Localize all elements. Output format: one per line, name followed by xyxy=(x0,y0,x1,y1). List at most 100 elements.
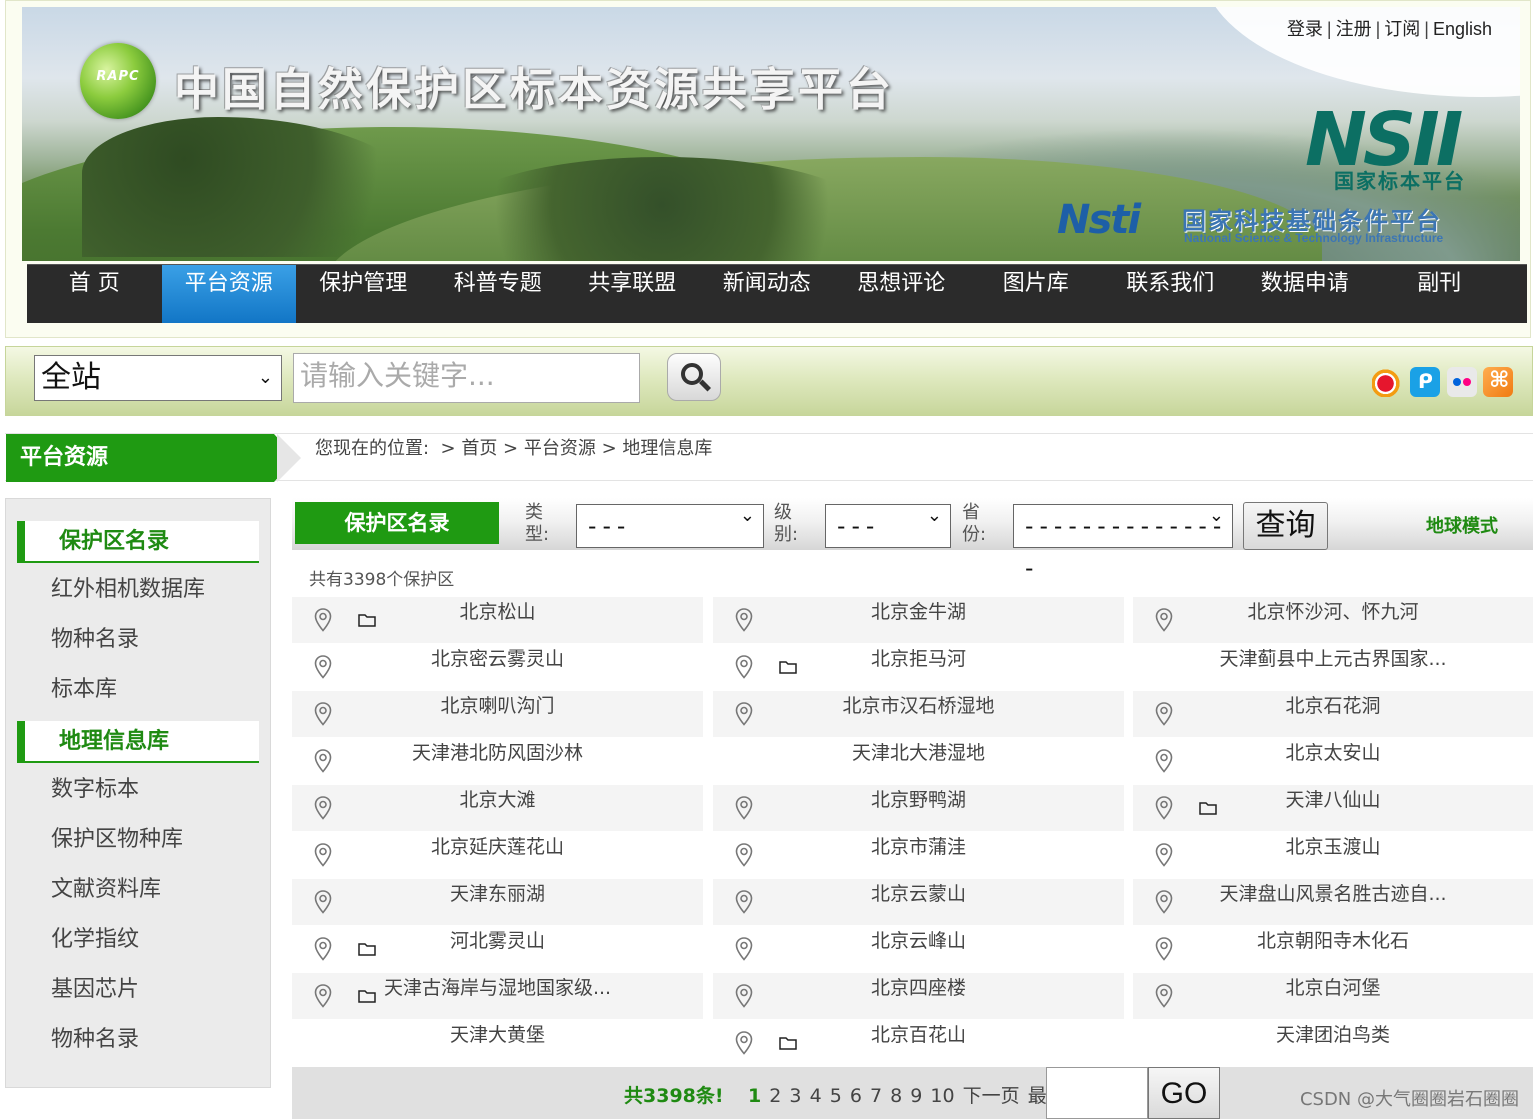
map-pin-icon[interactable] xyxy=(314,937,332,961)
sidebar-item[interactable]: 物种名录 xyxy=(6,1021,270,1071)
reserve-name[interactable]: 北京金牛湖 xyxy=(793,597,1044,624)
site-logo-globe-icon[interactable]: RAPC xyxy=(80,43,156,119)
search-button[interactable] xyxy=(667,353,721,401)
map-pin-icon[interactable] xyxy=(735,702,753,726)
sidebar-item[interactable]: 标本库 xyxy=(6,671,270,721)
reserve-item[interactable]: 北京四座楼 xyxy=(713,973,1124,1019)
map-pin-icon[interactable] xyxy=(314,749,332,773)
reserve-name[interactable]: 北京喇叭沟门 xyxy=(372,691,623,718)
reserve-name[interactable]: 北京太安山 xyxy=(1213,738,1453,765)
map-pin-icon[interactable] xyxy=(1155,890,1173,914)
reserve-name[interactable]: 北京市蒲洼 xyxy=(793,832,1044,859)
map-pin-icon[interactable] xyxy=(1155,843,1173,867)
reserve-name[interactable]: 天津古海岸与湿地国家级... xyxy=(372,973,623,1000)
sidebar-item-active[interactable]: 保护区名录 xyxy=(17,521,259,563)
map-pin-icon[interactable] xyxy=(314,655,332,679)
map-pin-icon[interactable] xyxy=(314,796,332,820)
nav-item[interactable]: 保护管理 xyxy=(296,265,431,323)
reserve-item[interactable]: 北京市蒲洼 xyxy=(713,832,1124,878)
page-link[interactable]: 2 xyxy=(769,1085,781,1107)
reserve-name[interactable]: 河北雾灵山 xyxy=(372,926,623,953)
reserve-item[interactable]: 天津大黄堡 xyxy=(292,1020,703,1066)
map-pin-icon[interactable] xyxy=(735,655,753,679)
reserve-item[interactable]: 天津盘山风景名胜古迹自... xyxy=(1133,879,1533,925)
reserve-name[interactable]: 天津大黄堡 xyxy=(372,1020,623,1047)
reserve-name[interactable]: 北京四座楼 xyxy=(793,973,1044,1000)
map-pin-icon[interactable] xyxy=(314,890,332,914)
reserve-name[interactable]: 北京拒马河 xyxy=(793,644,1044,671)
map-pin-icon[interactable] xyxy=(735,608,753,632)
reserve-name[interactable]: 北京市汉石桥湿地 xyxy=(793,691,1044,718)
reserve-item[interactable]: 天津八仙山 xyxy=(1133,785,1533,831)
reserve-item[interactable]: 北京市汉石桥湿地 xyxy=(713,691,1124,737)
reserve-item[interactable]: 北京太安山 xyxy=(1133,738,1533,784)
reserve-item[interactable]: 天津古海岸与湿地国家级... xyxy=(292,973,703,1019)
register-link[interactable]: 注册 xyxy=(1336,19,1372,39)
reserve-item[interactable]: 北京松山 xyxy=(292,597,703,643)
sidebar-item[interactable]: 基因芯片 xyxy=(6,971,270,1021)
rss-icon[interactable]: ⌘ xyxy=(1483,367,1513,397)
reserve-item[interactable]: 北京百花山 xyxy=(713,1020,1124,1066)
flickr-icon[interactable] xyxy=(1447,367,1477,397)
reserve-name[interactable]: 天津团泊鸟类 xyxy=(1213,1020,1453,1047)
reserve-item[interactable]: 天津团泊鸟类 xyxy=(1133,1020,1533,1066)
reserve-item[interactable]: 天津东丽湖 xyxy=(292,879,703,925)
reserve-name[interactable]: 天津蓟县中上元古界国家... xyxy=(1213,644,1453,671)
subscribe-link[interactable]: 订阅 xyxy=(1384,19,1420,39)
map-pin-icon[interactable] xyxy=(1155,796,1173,820)
type-select[interactable]: --- ⌄ xyxy=(576,504,764,548)
map-pin-icon[interactable] xyxy=(314,702,332,726)
reserve-name[interactable]: 天津北大港湿地 xyxy=(793,738,1044,765)
nav-item[interactable]: 数据申请 xyxy=(1238,265,1373,323)
map-pin-icon[interactable] xyxy=(735,984,753,1008)
map-pin-icon[interactable] xyxy=(735,843,753,867)
reserve-item[interactable]: 北京玉渡山 xyxy=(1133,832,1533,878)
search-scope-select[interactable]: 全站 ⌄ xyxy=(34,355,282,401)
nav-item[interactable]: 思想评论 xyxy=(834,265,969,323)
nav-item[interactable]: 共享联盟 xyxy=(565,265,700,323)
map-pin-icon[interactable] xyxy=(1155,984,1173,1008)
reserve-name[interactable]: 北京延庆莲花山 xyxy=(372,832,623,859)
map-pin-icon[interactable] xyxy=(314,608,332,632)
login-link[interactable]: 登录 xyxy=(1287,19,1323,39)
page-link[interactable]: 10 xyxy=(930,1085,954,1107)
reserve-item[interactable]: 天津北大港湿地 xyxy=(713,738,1124,784)
reserve-name[interactable]: 北京云蒙山 xyxy=(793,879,1044,906)
sidebar-item[interactable]: 化学指纹 xyxy=(6,921,270,971)
reserve-item[interactable]: 北京密云雾灵山 xyxy=(292,644,703,690)
map-pin-icon[interactable] xyxy=(1155,937,1173,961)
reserve-name[interactable]: 北京大滩 xyxy=(372,785,623,812)
map-pin-icon[interactable] xyxy=(1155,608,1173,632)
map-pin-icon[interactable] xyxy=(735,796,753,820)
page-link[interactable]: 6 xyxy=(850,1085,862,1107)
page-link[interactable]: 8 xyxy=(890,1085,902,1107)
reserve-name[interactable]: 天津八仙山 xyxy=(1213,785,1453,812)
reserve-name[interactable]: 北京白河堡 xyxy=(1213,973,1453,1000)
reserve-item[interactable]: 北京石花洞 xyxy=(1133,691,1533,737)
nav-item[interactable]: 联系我们 xyxy=(1103,265,1238,323)
reserve-item[interactable]: 北京朝阳寺木化石 xyxy=(1133,926,1533,972)
map-pin-icon[interactable] xyxy=(735,1031,753,1055)
nav-item[interactable]: 图片库 xyxy=(969,265,1104,323)
reserve-item[interactable]: 天津港北防风固沙林 xyxy=(292,738,703,784)
level-select[interactable]: --- ⌄ xyxy=(825,504,951,548)
go-button[interactable]: GO xyxy=(1148,1067,1220,1119)
reserve-name[interactable]: 北京密云雾灵山 xyxy=(372,644,623,671)
reserve-item[interactable]: 北京金牛湖 xyxy=(713,597,1124,643)
weibo-icon[interactable] xyxy=(1372,367,1402,397)
globe-mode-link[interactable]: 地球模式 xyxy=(1426,512,1498,538)
reserve-name[interactable]: 北京野鸭湖 xyxy=(793,785,1044,812)
next-page-link[interactable]: 下一页 xyxy=(963,1085,1020,1107)
nav-item[interactable]: 首 页 xyxy=(27,265,162,323)
page-number-input[interactable] xyxy=(1046,1067,1148,1119)
reserve-item[interactable]: 北京拒马河 xyxy=(713,644,1124,690)
nav-item[interactable]: 科普专题 xyxy=(431,265,566,323)
map-pin-icon[interactable] xyxy=(1155,749,1173,773)
search-input[interactable]: 请输入关键字... xyxy=(293,353,640,403)
reserve-item[interactable]: 北京怀沙河、怀九河 xyxy=(1133,597,1533,643)
reserve-item[interactable]: 天津蓟县中上元古界国家... xyxy=(1133,644,1533,690)
sidebar-item[interactable]: 红外相机数据库 xyxy=(6,571,270,621)
reserve-name[interactable]: 北京松山 xyxy=(372,597,623,624)
page-link[interactable]: 3 xyxy=(789,1085,801,1107)
reserve-item[interactable]: 北京云峰山 xyxy=(713,926,1124,972)
